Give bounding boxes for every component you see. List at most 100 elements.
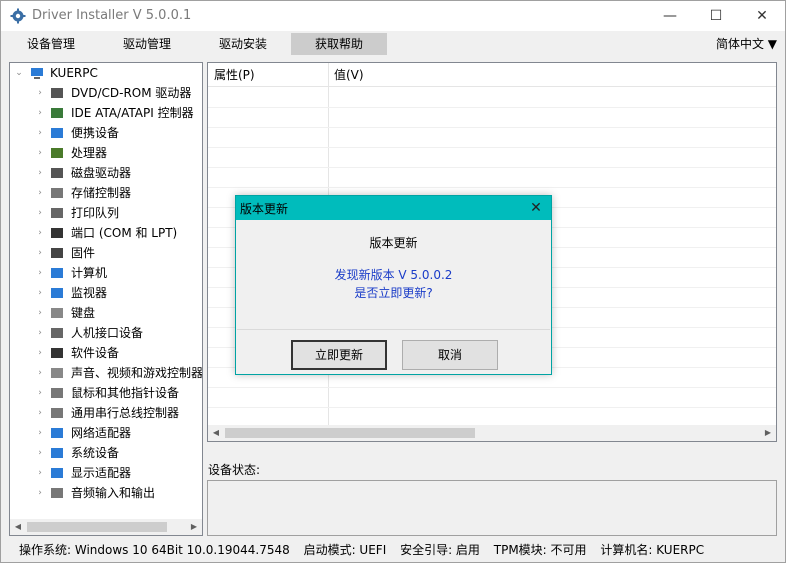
scroll-left-icon[interactable]: ◀: [208, 425, 224, 441]
tree-item[interactable]: › 打印队列: [10, 203, 202, 223]
chevron-down-icon[interactable]: ⌄: [14, 63, 24, 83]
tree-item[interactable]: › 音频输入和输出: [10, 483, 202, 503]
tree-item[interactable]: › 系统设备: [10, 443, 202, 463]
chevron-right-icon[interactable]: ›: [35, 103, 45, 123]
title-bar[interactable]: Driver Installer V 5.0.0.1 — ☐ ✕: [1, 1, 785, 31]
chevron-right-icon[interactable]: ›: [35, 423, 45, 443]
tree-item-label: 键盘: [71, 306, 96, 320]
properties-horizontal-scrollbar[interactable]: ◀ ▶: [208, 425, 776, 441]
dialog-title-bar[interactable]: 版本更新 ✕: [236, 196, 551, 220]
chevron-right-icon[interactable]: ›: [35, 483, 45, 503]
update-now-button[interactable]: 立即更新: [291, 340, 387, 370]
tree-item[interactable]: › 通用串行总线控制器: [10, 403, 202, 423]
tab-driver-install[interactable]: 驱动安装: [207, 33, 279, 55]
language-selector[interactable]: 简体中文 ▼: [716, 33, 777, 55]
tree-item-label: 软件设备: [71, 346, 120, 360]
tree-item[interactable]: › 软件设备: [10, 343, 202, 363]
printer-icon: [51, 208, 63, 218]
tree-item-label: 打印队列: [71, 206, 120, 220]
tree-horizontal-scrollbar[interactable]: ◀ ▶: [10, 519, 202, 535]
portable-device-icon: [51, 128, 63, 138]
firmware-icon: [51, 248, 63, 258]
tree-item-label: 人机接口设备: [71, 326, 144, 340]
tree-item[interactable]: › 监视器: [10, 283, 202, 303]
tree-item[interactable]: › 人机接口设备: [10, 323, 202, 343]
tree-item[interactable]: › 端口 (COM 和 LPT): [10, 223, 202, 243]
grid-line: [208, 407, 776, 408]
scrollbar-thumb[interactable]: [225, 428, 475, 438]
scrollbar-thumb[interactable]: [27, 522, 167, 532]
tree-item-label: 通用串行总线控制器: [71, 406, 180, 420]
tree-item[interactable]: › 计算机: [10, 263, 202, 283]
tree-item-label: 计算机: [71, 266, 108, 280]
chevron-right-icon[interactable]: ›: [35, 283, 45, 303]
grid-line: [208, 167, 776, 168]
close-button[interactable]: ✕: [739, 1, 785, 31]
scroll-right-icon[interactable]: ▶: [760, 425, 776, 441]
tree-item[interactable]: › 键盘: [10, 303, 202, 323]
usb-icon: [51, 408, 63, 418]
tree-item-label: 鼠标和其他指针设备: [71, 386, 180, 400]
chevron-right-icon[interactable]: ›: [35, 223, 45, 243]
chevron-right-icon[interactable]: ›: [35, 383, 45, 403]
tab-device-management[interactable]: 设备管理: [15, 33, 87, 55]
scroll-right-icon[interactable]: ▶: [186, 519, 202, 535]
chevron-right-icon[interactable]: ›: [35, 323, 45, 343]
network-adapter-icon: [51, 428, 63, 438]
chevron-right-icon[interactable]: ›: [35, 143, 45, 163]
dialog-close-button[interactable]: ✕: [527, 198, 545, 218]
device-tree: ⌄ KUERPC › DVD/CD-ROM 驱动器 › IDE ATA/ATAPI 控…: [9, 62, 203, 536]
status-tpm: TPM模块: 不可用: [493, 543, 587, 557]
chevron-right-icon[interactable]: ›: [35, 203, 45, 223]
column-property[interactable]: 属性(P): [208, 63, 328, 87]
tree-item-label: 网络适配器: [71, 426, 132, 440]
tree-item[interactable]: › 鼠标和其他指针设备: [10, 383, 202, 403]
chevron-right-icon[interactable]: ›: [35, 243, 45, 263]
tree-item-label: 便携设备: [71, 126, 120, 140]
tree-item[interactable]: › 磁盘驱动器: [10, 163, 202, 183]
dialog-message-version: 发现新版本 V 5.0.0.2: [334, 268, 453, 282]
chevron-right-icon[interactable]: ›: [35, 363, 45, 383]
port-icon: [51, 228, 63, 238]
chevron-right-icon[interactable]: ›: [35, 463, 45, 483]
chevron-right-icon[interactable]: ›: [35, 123, 45, 143]
tree-item[interactable]: › 存储控制器: [10, 183, 202, 203]
tree-item[interactable]: › DVD/CD-ROM 驱动器: [10, 83, 202, 103]
minimize-button[interactable]: —: [647, 1, 693, 31]
dialog-message-panel: 版本更新 发现新版本 V 5.0.0.2 是否立即更新?: [237, 220, 550, 330]
chevron-right-icon[interactable]: ›: [35, 183, 45, 203]
grid-line: [208, 127, 776, 128]
mouse-icon: [51, 388, 63, 398]
hid-icon: [51, 328, 63, 338]
tree-item[interactable]: › 显示适配器: [10, 463, 202, 483]
maximize-button[interactable]: ☐: [693, 1, 739, 31]
tab-get-help[interactable]: 获取帮助: [291, 33, 387, 55]
tree-item[interactable]: › 网络适配器: [10, 423, 202, 443]
processor-icon: [51, 148, 63, 158]
cancel-button[interactable]: 取消: [402, 340, 498, 370]
tab-driver-management[interactable]: 驱动管理: [111, 33, 183, 55]
gear-icon: [10, 8, 26, 24]
chevron-right-icon[interactable]: ›: [35, 303, 45, 323]
scroll-left-icon[interactable]: ◀: [10, 519, 26, 535]
dialog-heading: 版本更新: [369, 236, 418, 250]
chevron-right-icon[interactable]: ›: [35, 263, 45, 283]
column-value[interactable]: 值(V): [328, 63, 768, 87]
chevron-right-icon[interactable]: ›: [35, 403, 45, 423]
tree-item[interactable]: › 声音、视频和游戏控制器: [10, 363, 202, 383]
tree-item[interactable]: › 固件: [10, 243, 202, 263]
tree-root[interactable]: ⌄ KUERPC: [10, 63, 202, 83]
dialog-title: 版本更新: [240, 202, 289, 216]
tree-item[interactable]: › IDE ATA/ATAPI 控制器: [10, 103, 202, 123]
audio-io-icon: [51, 488, 63, 498]
chevron-right-icon[interactable]: ›: [35, 343, 45, 363]
grid-line: [208, 147, 776, 148]
chevron-right-icon[interactable]: ›: [35, 163, 45, 183]
tree-item[interactable]: › 处理器: [10, 143, 202, 163]
system-device-icon: [51, 448, 63, 458]
display-adapter-icon: [51, 468, 63, 478]
chevron-right-icon[interactable]: ›: [35, 443, 45, 463]
grid-line: [208, 107, 776, 108]
tree-item[interactable]: › 便携设备: [10, 123, 202, 143]
chevron-right-icon[interactable]: ›: [35, 83, 45, 103]
